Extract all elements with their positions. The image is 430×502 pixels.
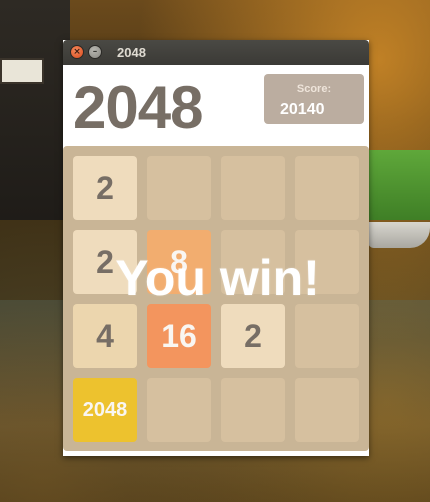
game-window: × – 2048 2048 Score: 20140 2 2 8 4 16 2 … xyxy=(63,40,369,456)
tile-r0-c0: 2 xyxy=(73,156,137,220)
desktop-background: × – 2048 2048 Score: 20140 2 2 8 4 16 2 … xyxy=(0,0,430,502)
tile-r1-c1: 8 xyxy=(147,230,211,294)
tile-r3-c3 xyxy=(295,378,359,442)
tile-r2-c2: 2 xyxy=(221,304,285,368)
score-box: Score: 20140 xyxy=(264,74,364,124)
game-board[interactable]: 2 2 8 4 16 2 2048 xyxy=(63,146,369,451)
tile-r3-c2 xyxy=(221,378,285,442)
tile-r0-c3 xyxy=(295,156,359,220)
window-title: 2048 xyxy=(117,45,146,60)
window-titlebar[interactable]: × – 2048 xyxy=(63,40,369,65)
background-house-window xyxy=(0,58,44,84)
close-glyph: × xyxy=(73,46,81,57)
tile-r0-c1 xyxy=(147,156,211,220)
game-title: 2048 xyxy=(73,74,203,141)
background-house xyxy=(0,0,70,220)
tile-r3-c1 xyxy=(147,378,211,442)
tile-r2-c0: 4 xyxy=(73,304,137,368)
score-label: Score: xyxy=(296,83,332,95)
tile-r1-c0: 2 xyxy=(73,230,137,294)
background-grass xyxy=(368,150,430,220)
score-value: 20140 xyxy=(280,101,325,118)
tile-r2-c1: 16 xyxy=(147,304,211,368)
tile-r1-c2 xyxy=(221,230,285,294)
tile-r2-c3 xyxy=(295,304,359,368)
background-boat xyxy=(368,222,430,248)
close-icon[interactable]: × xyxy=(70,45,84,59)
minimize-glyph: – xyxy=(92,46,98,57)
tile-r0-c2 xyxy=(221,156,285,220)
tile-r1-c3 xyxy=(295,230,359,294)
tile-r3-c0: 2048 xyxy=(73,378,137,442)
minimize-icon[interactable]: – xyxy=(88,45,102,59)
